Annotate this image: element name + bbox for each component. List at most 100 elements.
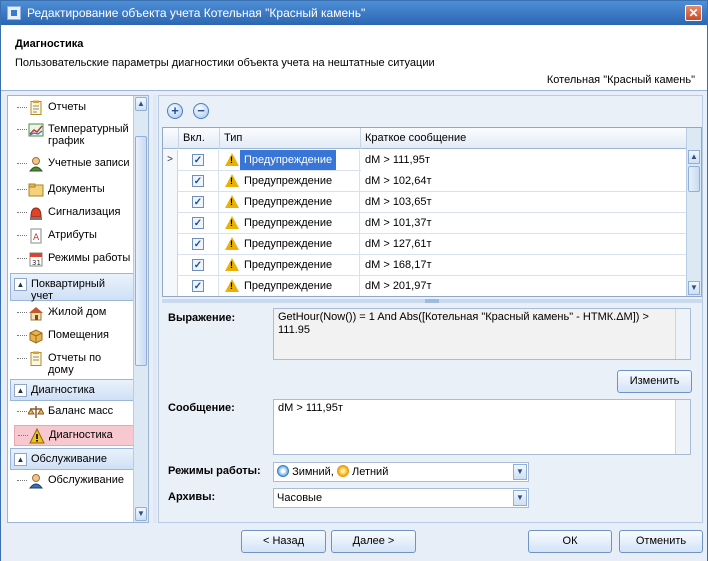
row-type: Предупреждение — [244, 175, 333, 187]
table-header: Вкл. Тип Краткое сообщение — [163, 128, 687, 149]
table-scrollbar[interactable]: ▲ ▼ — [686, 128, 701, 296]
report-icon — [30, 100, 42, 115]
sidebar-item-house[interactable]: Жилой дом — [14, 303, 138, 323]
scroll-up-icon[interactable]: ▲ — [135, 97, 147, 111]
add-button[interactable]: + — [167, 103, 183, 119]
page-subtitle: Пользовательские параметры диагностики о… — [15, 57, 435, 69]
enabled-checkbox[interactable]: ✓ — [179, 255, 219, 276]
cancel-button[interactable]: Отменить — [619, 530, 703, 553]
enabled-checkbox[interactable]: ✓ — [179, 234, 219, 255]
sun-icon — [336, 465, 349, 477]
expression-field[interactable]: GetHour(Now()) = 1 And Abs([Котельная "К… — [273, 308, 691, 360]
scroll-down-icon[interactable]: ▼ — [688, 281, 700, 295]
sidebar-item-documents[interactable]: Документы — [14, 180, 138, 200]
collapse-icon[interactable]: ▲ — [14, 384, 27, 397]
remove-button[interactable]: − — [193, 103, 209, 119]
message-scrollbar[interactable] — [675, 400, 690, 454]
window-title: Редактирование объекта учета Котельная "… — [27, 6, 366, 20]
sidebar-item-attributes[interactable]: A Атрибуты — [14, 226, 138, 246]
sidebar-item-mass-balance[interactable]: Баланс масс — [14, 402, 138, 422]
sidebar-item-alarms[interactable]: Сигнализация — [14, 203, 138, 223]
table-row[interactable]: ✓ ! Предупреждение dM > 127,61т — [163, 234, 687, 255]
row-message: dM > 168,17т — [361, 255, 687, 276]
group-diagnostics[interactable]: ▲ Диагностика — [10, 379, 134, 401]
service-user-icon — [28, 474, 44, 489]
collapse-icon[interactable]: ▲ — [14, 278, 27, 291]
message-field[interactable]: dM > 111,95т — [273, 399, 691, 455]
table-row[interactable]: ✓ ! Предупреждение dM > 101,37т — [163, 213, 687, 234]
vertical-splitter[interactable] — [153, 95, 157, 523]
enabled-checkbox[interactable]: ✓ — [179, 192, 219, 213]
expression-scrollbar[interactable] — [675, 309, 690, 359]
sidebar-item-premises[interactable]: Помещения — [14, 326, 138, 346]
warning-icon — [29, 428, 45, 444]
sidebar: Отчеты Температурный график Учетные запи… — [7, 95, 149, 523]
table-row[interactable]: ✓ ! Предупреждение dM > 103,65т — [163, 192, 687, 213]
sidebar-item-reports[interactable]: Отчеты — [14, 98, 138, 118]
sidebar-item-operating-modes[interactable]: 31 Режимы работы — [14, 249, 138, 269]
sidebar-item-label: Режимы работы — [48, 252, 131, 264]
chevron-down-icon[interactable]: ▼ — [513, 464, 527, 480]
column-header-message[interactable]: Краткое сообщение — [361, 128, 687, 149]
scrollbar-thumb[interactable] — [135, 136, 147, 366]
sidebar-item-label: Отчеты — [48, 101, 87, 113]
ok-button[interactable]: ОК — [528, 530, 612, 553]
table-row[interactable]: ✓ ! Предупреждение dM > 201,97т — [163, 276, 687, 296]
group-service[interactable]: ▲ Обслуживание — [10, 448, 134, 470]
table-row[interactable]: > ✓ ! Предупреждение dM > 111,95т — [163, 150, 687, 171]
table-row[interactable]: ✓ ! Предупреждение dM > 102,64т — [163, 171, 687, 192]
svg-text:31: 31 — [32, 259, 41, 267]
close-button[interactable]: ✕ — [685, 5, 702, 21]
chart-icon — [28, 123, 44, 137]
enabled-checkbox[interactable]: ✓ — [179, 150, 219, 171]
chevron-down-icon[interactable]: ▼ — [513, 490, 527, 506]
table-row[interactable]: ✓ ! Предупреждение dM > 168,17т — [163, 255, 687, 276]
snowflake-icon — [277, 465, 289, 477]
mode-winter: Зимний, — [292, 466, 334, 478]
sidebar-item-label: Температурный график — [48, 123, 129, 147]
enabled-checkbox[interactable]: ✓ — [179, 213, 219, 234]
user-icon — [28, 157, 44, 172]
row-message: dM > 103,65т — [361, 192, 687, 213]
attributes-icon: A — [30, 228, 42, 244]
page-header: Диагностика Пользовательские параметры д… — [1, 25, 707, 91]
horizontal-splitter[interactable] — [162, 299, 702, 303]
back-button[interactable]: < Назад — [241, 530, 326, 553]
message-label: Сообщение: — [168, 402, 235, 414]
report-icon — [30, 351, 42, 366]
calendar-icon: 31 — [29, 252, 43, 267]
collapse-icon[interactable]: ▲ — [14, 453, 27, 466]
operating-modes-label: Режимы работы: — [168, 465, 261, 477]
enabled-checkbox[interactable]: ✓ — [179, 171, 219, 192]
object-name: Котельная "Красный камень" — [546, 74, 695, 86]
row-type: Предупреждение — [244, 196, 333, 208]
scales-icon — [28, 406, 44, 418]
row-type: Предупреждение — [244, 280, 333, 292]
group-label: Диагностика — [31, 384, 95, 396]
sidebar-item-temperature-chart[interactable]: Температурный график — [14, 120, 138, 150]
row-type: Предупреждение — [244, 259, 333, 271]
scroll-up-icon[interactable]: ▲ — [688, 150, 700, 164]
sidebar-item-accounts[interactable]: Учетные записи — [14, 154, 138, 174]
row-pointer-icon: > — [163, 150, 178, 171]
sidebar-item-diagnostics[interactable]: Диагностика — [14, 425, 138, 446]
sidebar-item-house-reports[interactable]: Отчеты по дому — [14, 349, 138, 379]
archives-value: Часовые — [277, 492, 323, 504]
group-apartment-accounting[interactable]: ▲ Поквартирный учет — [10, 273, 134, 302]
scrollbar-thumb[interactable] — [688, 166, 700, 192]
next-button[interactable]: Далее > — [331, 530, 416, 553]
archives-select[interactable]: Часовые ▼ — [273, 488, 529, 508]
sidebar-item-label: Диагностика — [49, 429, 113, 441]
sidebar-scrollbar[interactable]: ▲ ▼ — [133, 96, 148, 522]
row-message: dM > 101,37т — [361, 213, 687, 234]
enabled-checkbox[interactable]: ✓ — [179, 276, 219, 296]
svg-text:A: A — [33, 233, 40, 243]
operating-modes-select[interactable]: Зимний, Летний ▼ — [273, 462, 529, 482]
row-message: dM > 127,61т — [361, 234, 687, 255]
column-header-enabled[interactable]: Вкл. — [179, 128, 220, 149]
scroll-down-icon[interactable]: ▼ — [135, 507, 147, 521]
sidebar-item-service[interactable]: Обслуживание — [14, 471, 138, 491]
column-header-type[interactable]: Тип — [220, 128, 361, 149]
change-button[interactable]: Изменить — [617, 370, 692, 393]
sidebar-item-label: Атрибуты — [48, 229, 97, 241]
